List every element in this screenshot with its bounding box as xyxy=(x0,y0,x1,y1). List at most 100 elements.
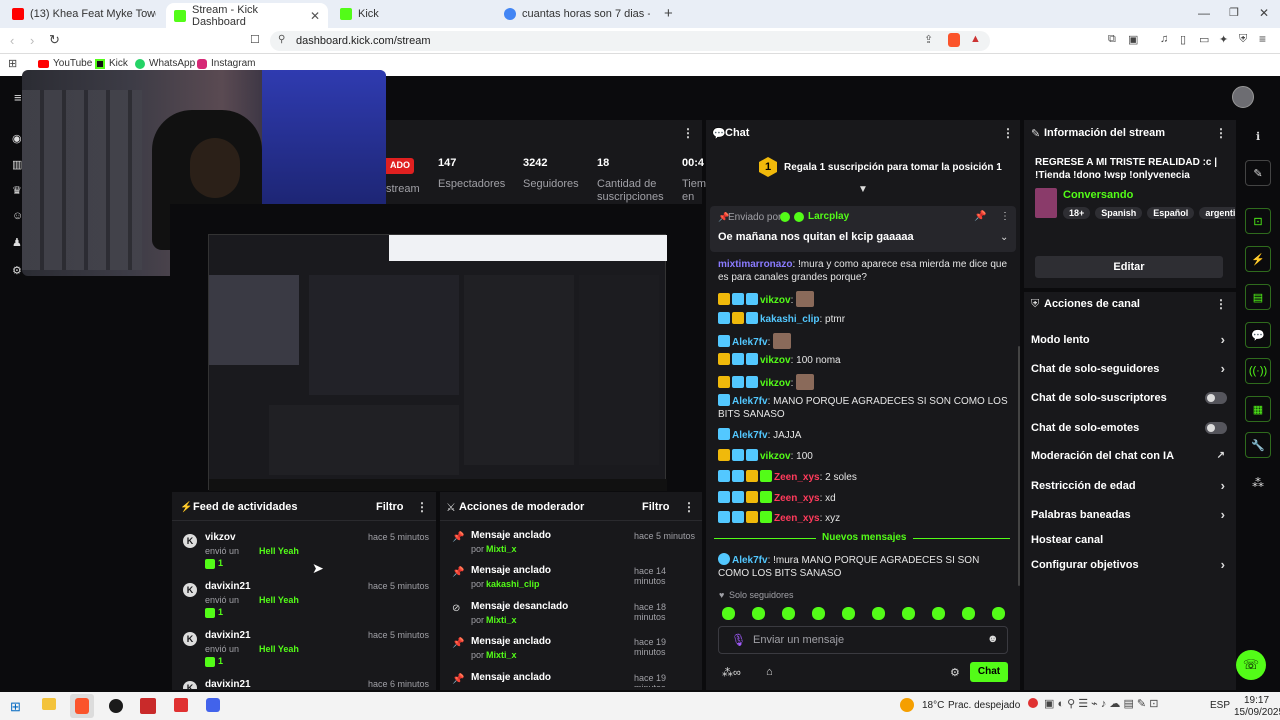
menu-icon[interactable]: ≡ xyxy=(14,90,22,105)
brave-shields-icon[interactable] xyxy=(948,33,960,47)
more-options-icon[interactable]: ⋮ xyxy=(1002,126,1014,140)
more-options-icon[interactable]: ⋮ xyxy=(683,500,695,514)
more-options-icon[interactable]: ⋮ xyxy=(1215,126,1227,140)
gift-leaderboard-text[interactable]: Regala 1 suscripción para tomar la posic… xyxy=(784,162,1002,173)
brave-icon[interactable] xyxy=(75,698,89,714)
close-icon[interactable]: ✕ xyxy=(310,9,320,23)
feed-username[interactable]: vikzov xyxy=(205,532,236,543)
windows-start-icon[interactable]: ⊞ xyxy=(10,699,21,715)
maximize-icon[interactable]: ❐ xyxy=(1229,6,1239,19)
chat-username[interactable]: vikzov xyxy=(760,355,791,366)
wallet-icon[interactable]: ▭ xyxy=(1199,33,1209,46)
document-icon[interactable]: ▤ xyxy=(1245,284,1271,310)
emote-icon[interactable] xyxy=(962,607,975,620)
apps-grid-icon[interactable]: ⊞ xyxy=(8,57,17,70)
microphone-icon[interactable]: 🎙 xyxy=(731,633,746,647)
chat-username[interactable]: Zeen_xys xyxy=(774,493,820,504)
brave-rewards-icon[interactable]: ▲ xyxy=(970,33,981,45)
mod-user[interactable]: Mixti_x xyxy=(486,650,517,660)
chat-settings-icon[interactable]: ⚙ xyxy=(950,666,960,679)
obs-icon[interactable] xyxy=(109,699,123,713)
emoji-icon[interactable]: ☻ xyxy=(987,633,999,645)
channel-action-3[interactable]: Chat de solo-emotes xyxy=(1031,422,1231,438)
chat-username[interactable]: Zeen_xys xyxy=(774,513,820,524)
tag-chip[interactable]: argentin xyxy=(1199,207,1235,219)
feed-item[interactable]: Kvikzov hace 5 minutos envió un Hell Yeah 1 xyxy=(180,530,430,578)
chat-scrollbar[interactable] xyxy=(1018,346,1020,586)
bookmark-kick[interactable]: Kick xyxy=(95,58,128,69)
anydesk-icon[interactable] xyxy=(174,698,188,712)
chat-username[interactable]: mixtimarronazo xyxy=(718,259,792,270)
emote-icon[interactable] xyxy=(842,607,855,620)
more-options-icon[interactable]: ⋮ xyxy=(416,500,428,514)
emote-icon[interactable] xyxy=(992,607,1005,620)
lightning-icon[interactable]: ⚡ xyxy=(1245,246,1271,272)
more-options-icon[interactable]: ⋮ xyxy=(1000,211,1010,222)
forward-icon[interactable]: › xyxy=(30,33,34,48)
tag-chip[interactable]: Español xyxy=(1147,207,1195,219)
emote-icon[interactable] xyxy=(812,607,825,620)
new-messages-label[interactable]: Nuevos mensajes xyxy=(816,532,913,543)
tab-kick-dashboard[interactable]: Stream - Kick Dashboard ✕ xyxy=(166,3,328,28)
send-chat-button[interactable]: Chat xyxy=(970,662,1008,682)
chat-input[interactable]: 🎙 Enviar un mensaje ☻ xyxy=(718,626,1008,654)
emote-icon[interactable] xyxy=(902,607,915,620)
toggle-switch[interactable] xyxy=(1205,422,1227,434)
media-app-icon[interactable] xyxy=(140,698,156,714)
stream-preview[interactable] xyxy=(170,204,702,491)
clock-date[interactable]: 15/09/2025 xyxy=(1234,707,1280,718)
clock-time[interactable]: 19:17 xyxy=(1244,695,1269,706)
emote-icon[interactable] xyxy=(722,607,735,620)
mod-filter-button[interactable]: Filtro xyxy=(642,501,670,513)
support-icon[interactable]: ☏ xyxy=(1236,650,1266,680)
analytics-icon[interactable]: ▥ xyxy=(12,158,22,171)
category-name[interactable]: Conversando xyxy=(1063,189,1133,201)
emote-icon[interactable] xyxy=(752,607,765,620)
feed-username[interactable]: davixin21 xyxy=(205,581,251,592)
reload-icon[interactable]: ↻ xyxy=(49,32,60,48)
channel-action-4[interactable]: Moderación del chat con IA ↗ xyxy=(1031,450,1231,466)
channel-action-8[interactable]: Configurar objetivos › xyxy=(1031,557,1231,575)
app-icon[interactable] xyxy=(206,698,220,712)
menu-icon[interactable]: ≡ xyxy=(1259,32,1266,46)
unpin-icon[interactable]: 📌 xyxy=(974,211,986,222)
language-indicator[interactable]: ESP xyxy=(1210,700,1230,711)
layout-icon[interactable]: ▦ xyxy=(1245,396,1271,422)
stream-icon[interactable]: ◉ xyxy=(12,132,22,145)
feed-filter-button[interactable]: Filtro xyxy=(376,501,404,513)
tag-chip[interactable]: Spanish xyxy=(1095,207,1143,219)
mod-user[interactable]: Mixti_x xyxy=(486,615,517,625)
channel-action-5[interactable]: Restricción de edad › xyxy=(1031,478,1231,496)
feed-username[interactable]: davixin21 xyxy=(205,630,251,641)
tools-icon[interactable]: 🔧 xyxy=(1245,432,1271,458)
new-tab-icon[interactable]: + xyxy=(664,5,673,22)
chevron-down-icon[interactable]: ⌄ xyxy=(1000,232,1008,243)
channel-action-6[interactable]: Palabras baneadas › xyxy=(1031,507,1231,525)
bookmark-icon[interactable]: ☐ xyxy=(250,33,260,46)
info-icon[interactable]: ℹ xyxy=(1256,130,1260,143)
settings-icon[interactable]: ⚙ xyxy=(12,264,22,277)
clip-icon[interactable]: ⊡ xyxy=(1245,208,1271,234)
media-icon[interactable]: ♫ xyxy=(1160,33,1168,45)
bookmark-whatsapp[interactable]: WhatsApp xyxy=(135,58,195,69)
minimize-icon[interactable]: — xyxy=(1198,6,1210,20)
chat-username[interactable]: Alek7fv xyxy=(732,555,768,566)
trophy-icon[interactable]: ♛ xyxy=(12,184,22,197)
chat-username[interactable]: Alek7fv xyxy=(732,430,768,441)
points-icon[interactable]: ⁂∞ xyxy=(722,666,741,679)
vpn-icon[interactable]: ⛨ xyxy=(1239,33,1247,46)
tab-kick[interactable]: Kick xyxy=(332,2,494,26)
store-icon[interactable]: ⌂ xyxy=(766,666,773,678)
chat-username[interactable]: kakashi_clip xyxy=(760,314,819,325)
leo-ai-icon[interactable]: ✦ xyxy=(1219,33,1228,46)
mod-user[interactable]: kakashi_clip xyxy=(486,579,540,589)
chat-username[interactable]: vikzov xyxy=(760,378,791,389)
feed-username[interactable]: davixin21 xyxy=(205,679,251,689)
tab-youtube[interactable]: (13) Khea Feat Myke Towers, Alex Ro xyxy=(4,2,164,26)
chat-username[interactable]: vikzov xyxy=(760,451,791,462)
emote-icon[interactable] xyxy=(872,607,885,620)
share-icon[interactable]: ⇪ xyxy=(924,33,933,46)
weather-text[interactable]: Prac. despejado xyxy=(948,700,1020,711)
tray-icon[interactable] xyxy=(1028,698,1038,708)
pinned-user[interactable]: Larcplay xyxy=(808,211,849,222)
